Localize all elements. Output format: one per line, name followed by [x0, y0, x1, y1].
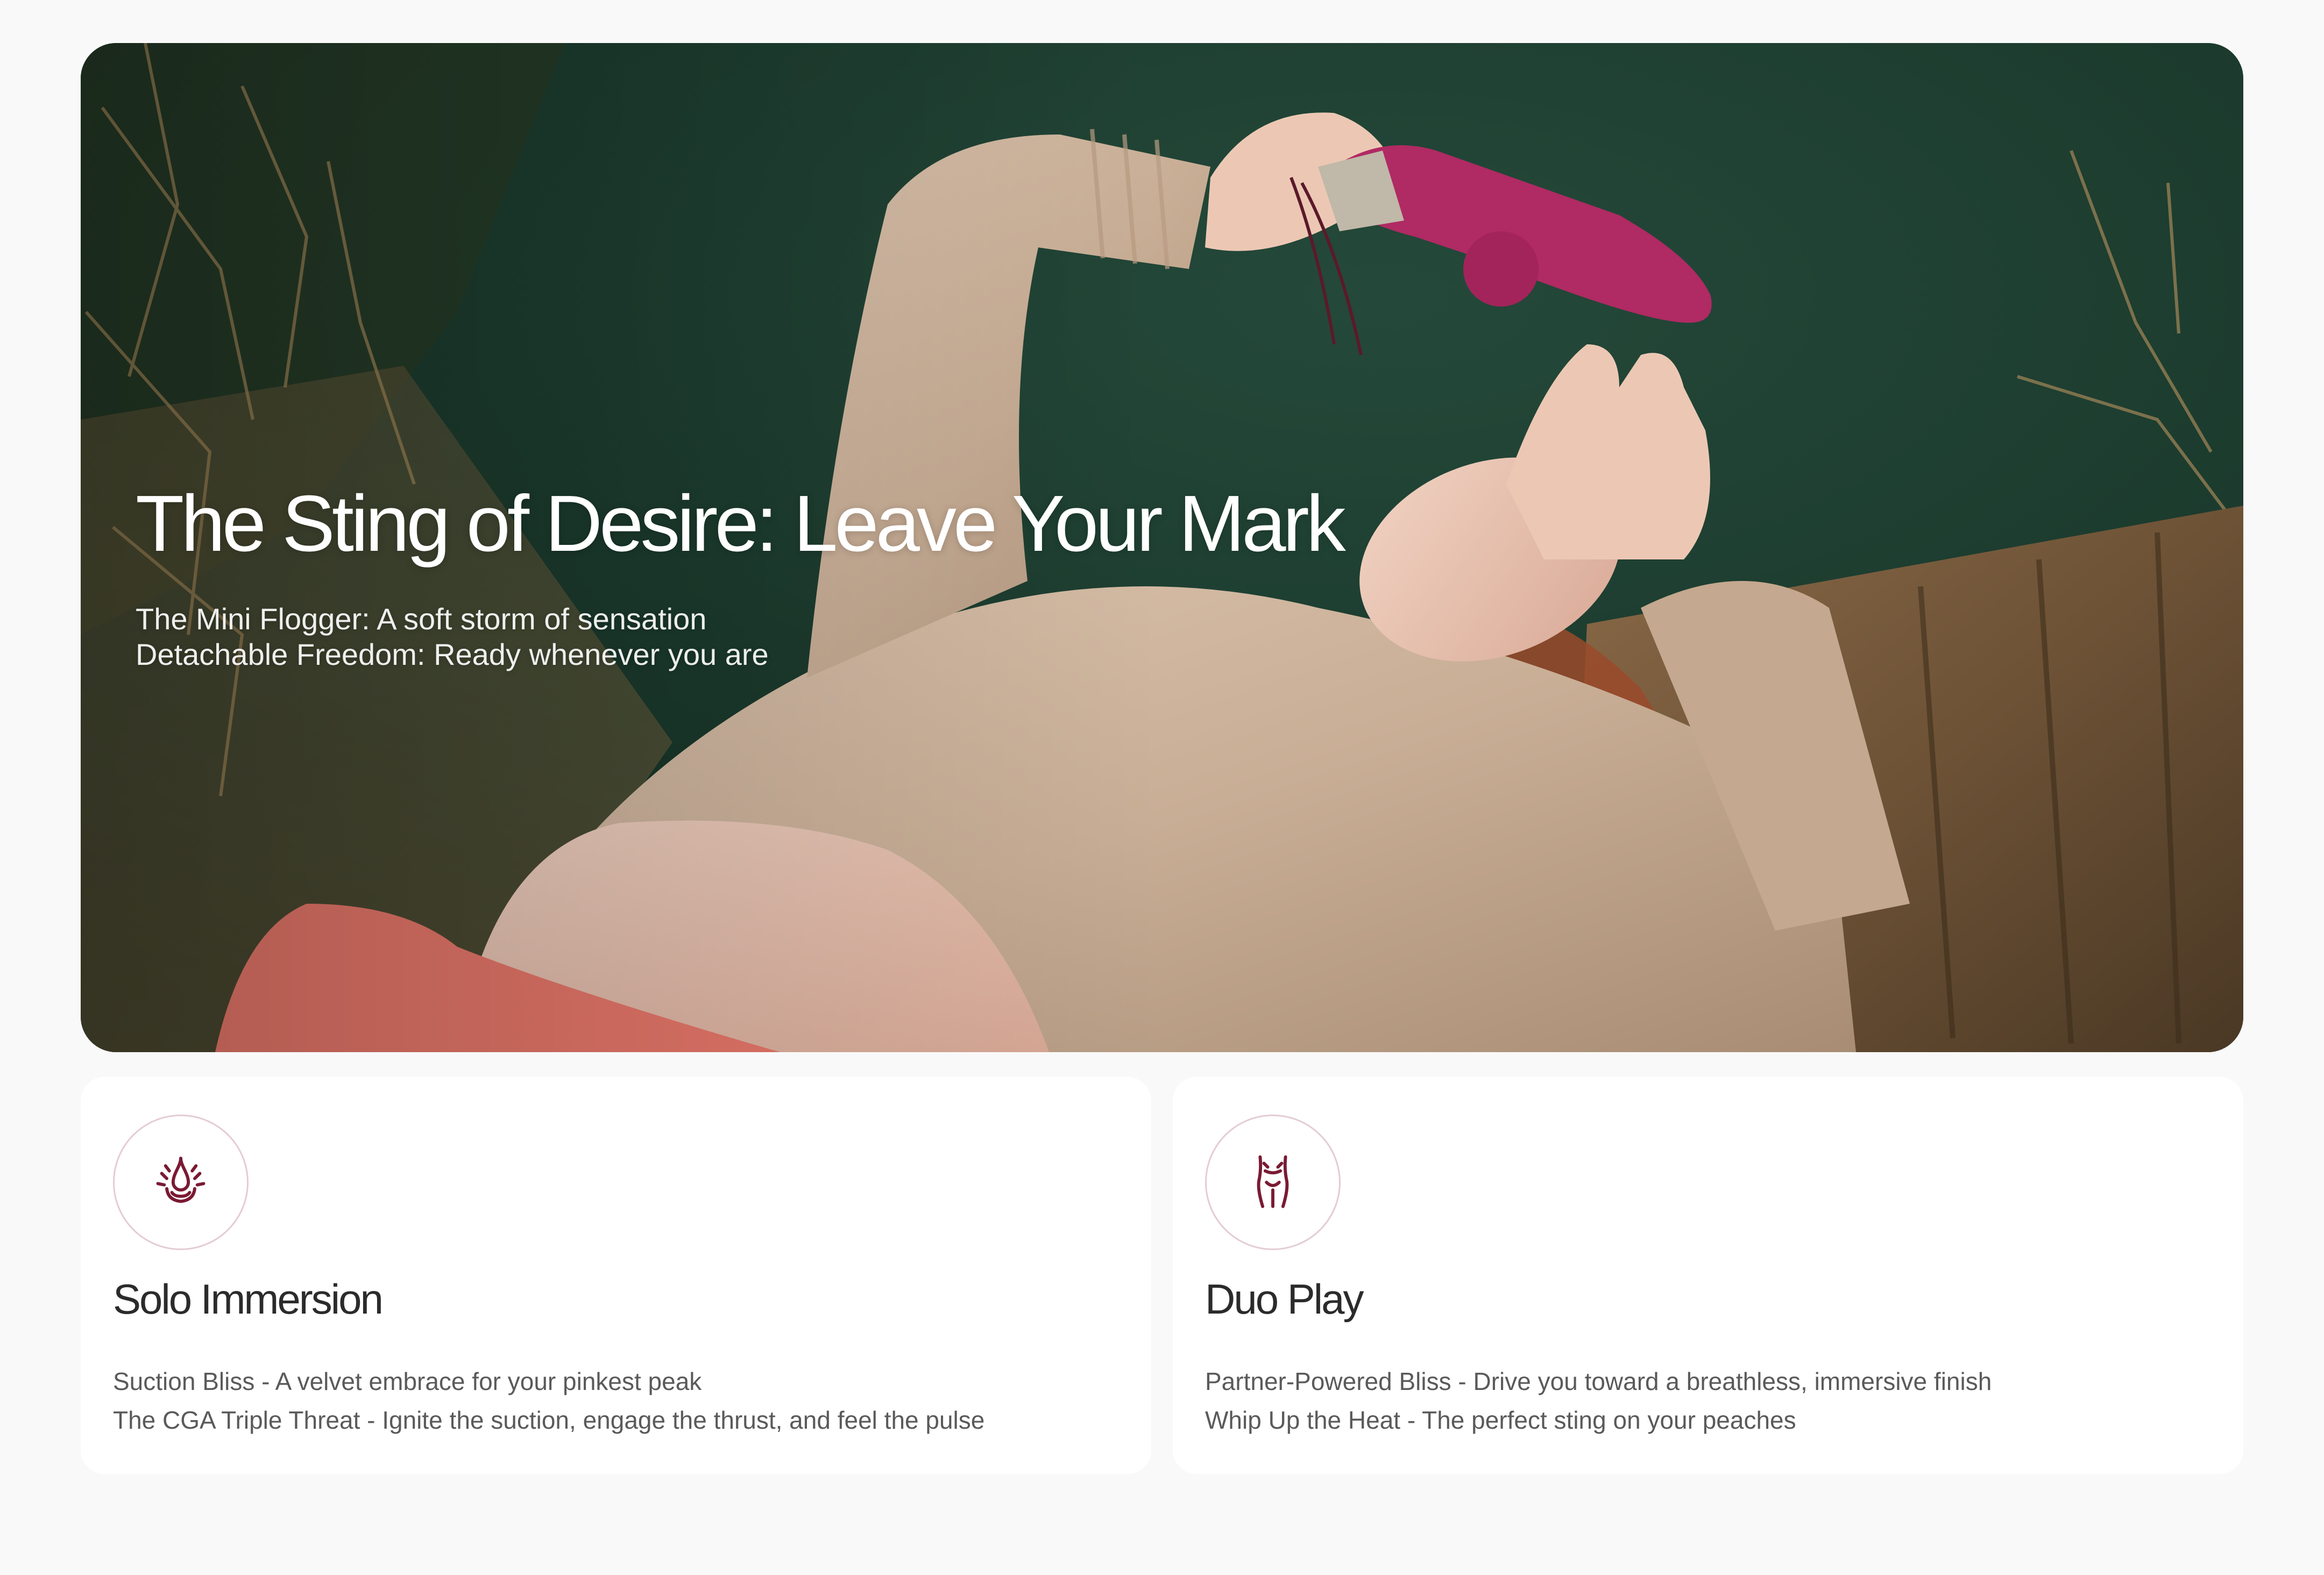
card-title: Duo Play [1205, 1275, 1364, 1323]
feature-card-solo[interactable]: Solo Immersion Suction Bliss - A velvet … [81, 1077, 1151, 1474]
card-description: Suction Bliss - A velvet embrace for you… [113, 1362, 984, 1439]
page: The Sting of Desire: Leave Your Mark The… [0, 0, 2324, 1575]
card-title: Solo Immersion [113, 1275, 384, 1323]
icon-badge [1205, 1115, 1341, 1250]
card-description: Partner-Powered Bliss - Drive you toward… [1205, 1362, 1992, 1439]
card-description-line: Partner-Powered Bliss - Drive you toward… [1205, 1367, 1992, 1395]
hero-subtitle-line: Detachable Freedom: Ready whenever you a… [136, 637, 769, 671]
card-description-line: Suction Bliss - A velvet embrace for you… [113, 1367, 702, 1395]
feature-card-duo[interactable]: Duo Play Partner-Powered Bliss - Drive y… [1173, 1077, 2243, 1474]
hero-subtitle-line: The Mini Flogger: A soft storm of sensat… [136, 602, 707, 636]
card-description-line: Whip Up the Heat - The perfect sting on … [1205, 1406, 1796, 1434]
hero-banner[interactable]: The Sting of Desire: Leave Your Mark The… [81, 43, 2243, 1052]
water-drop-splash-icon [156, 1157, 206, 1203]
hero-text: The Sting of Desire: Leave Your Mark The… [136, 479, 1346, 672]
hero-title: The Sting of Desire: Leave Your Mark [136, 479, 1346, 568]
card-description-line: The CGA Triple Threat - Ignite the sucti… [113, 1406, 985, 1434]
icon-badge [113, 1115, 249, 1250]
body-silhouette-icon [1257, 1155, 1289, 1208]
